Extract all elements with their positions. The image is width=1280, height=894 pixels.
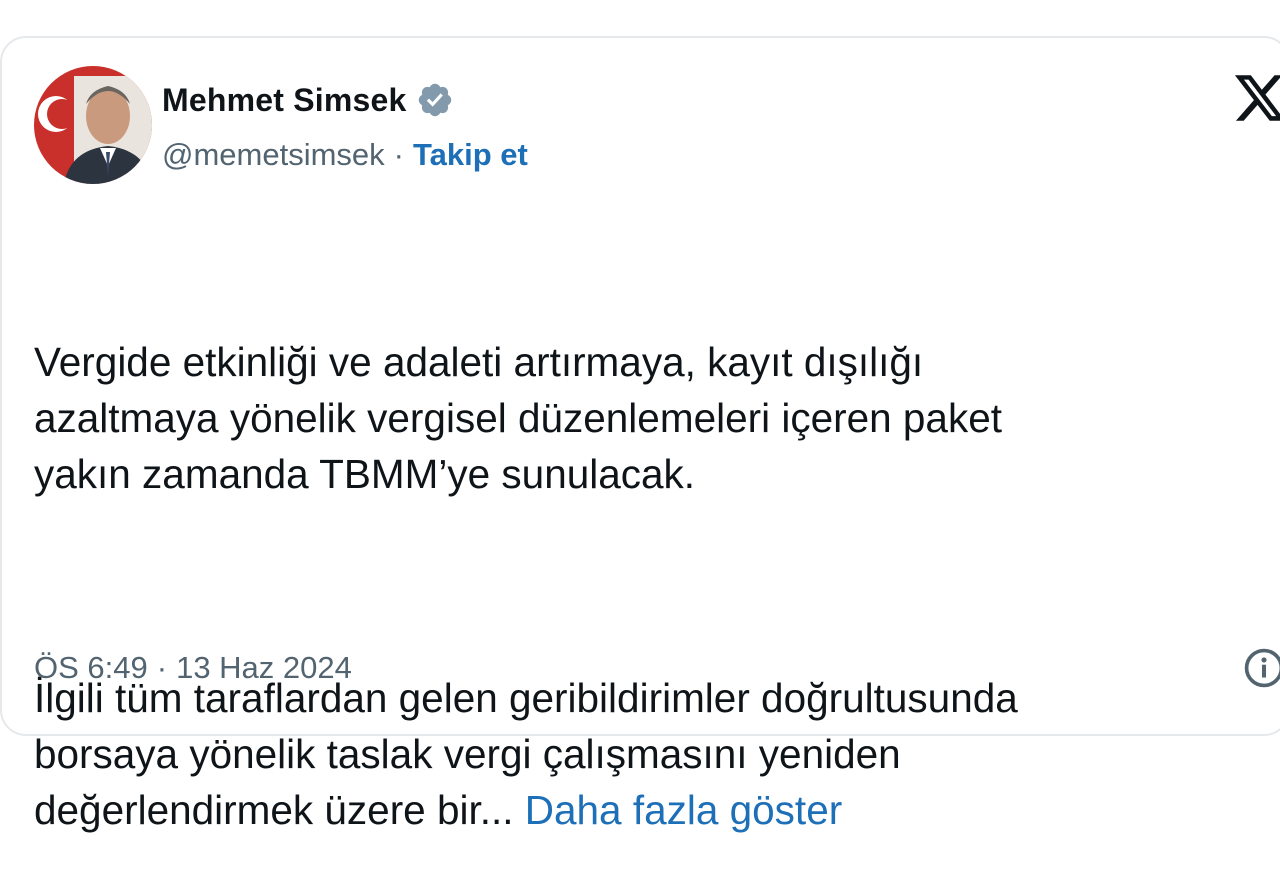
meta-separator: ·	[156, 650, 168, 685]
show-more-link[interactable]: Daha fazla göster	[525, 787, 842, 833]
info-icon[interactable]	[1242, 646, 1280, 690]
author-name-row: Mehmet Simsek	[162, 78, 454, 122]
tweet-body: Vergide etkinliği ve adaleti artırmaya, …	[34, 222, 1274, 894]
author-name[interactable]: Mehmet Simsek	[162, 82, 406, 119]
handle-row: @memetsimsek · Takip et	[162, 134, 528, 176]
avatar[interactable]	[34, 66, 152, 184]
handle-separator: ·	[393, 137, 404, 172]
verified-badge-icon	[416, 81, 454, 119]
tweet-paragraph-1: Vergide etkinliği ve adaleti artırmaya, …	[34, 339, 1002, 497]
tweet-paragraph-2: İlgili tüm taraflardan gelen geribildiri…	[34, 670, 1274, 838]
x-logo-icon[interactable]	[1232, 70, 1280, 126]
follow-button[interactable]: Takip et	[413, 137, 528, 173]
tweet-date[interactable]: 13 Haz 2024	[176, 650, 352, 686]
tweet-meta: ÖS 6:49 · 13 Haz 2024	[34, 646, 352, 690]
tweet-time[interactable]: ÖS 6:49	[34, 650, 148, 686]
author-handle[interactable]: @memetsimsek	[162, 137, 385, 173]
